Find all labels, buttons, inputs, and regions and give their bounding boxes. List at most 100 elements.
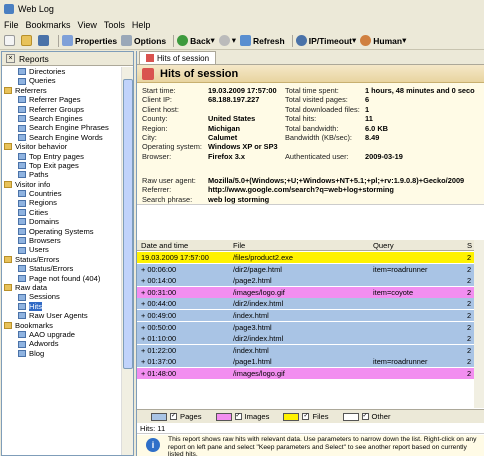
new-button[interactable] [4, 35, 17, 46]
legend-item[interactable]: ✓ Files [283, 412, 329, 421]
tree-item[interactable]: Browsers [2, 236, 122, 245]
tree-item[interactable]: Status/Errors [2, 264, 122, 273]
info-value: Mozilla/5.0+(Windows;+U;+Windows+NT+5.1;… [208, 176, 465, 185]
legend-checkbox[interactable]: ✓ [302, 413, 310, 420]
cell-status: 2 [467, 345, 472, 355]
legend-swatch [151, 412, 167, 421]
menu-tools[interactable]: Tools [104, 20, 125, 30]
legend-checkbox[interactable]: ✓ [234, 413, 242, 420]
legend-label: Files [312, 412, 329, 421]
info-label: Total downloaded files: [285, 104, 360, 114]
info-icon: i [146, 438, 160, 452]
tree-item[interactable]: Operating Systems [2, 227, 122, 236]
open-button[interactable] [21, 35, 34, 46]
tree-item[interactable]: Adwords [2, 339, 122, 348]
cell-date: + 01:48:00 [141, 369, 177, 378]
info-value: 2009-03-19 [365, 151, 403, 161]
properties-button[interactable]: Properties [62, 35, 117, 46]
tab-hits-of-session[interactable]: Hits of session [139, 51, 217, 64]
forward-button[interactable]: ▾ [218, 35, 236, 46]
table-row[interactable]: + 01:22:00/index.html 2 [137, 344, 475, 356]
tree-category[interactable]: Raw data [2, 283, 122, 292]
tree-item[interactable]: Search Engine Phrases [2, 123, 122, 132]
info-row: Search phrase: web log storming [142, 195, 269, 204]
tree-item-label: Referrers [15, 85, 47, 95]
tree-item[interactable]: Top Exit pages [2, 161, 122, 170]
scroll-thumb[interactable] [123, 79, 133, 369]
tree-category[interactable]: Visitor info [2, 180, 122, 189]
col-date[interactable]: Date and time [141, 241, 188, 250]
tree-item[interactable]: Users [2, 245, 122, 254]
tree-item[interactable]: Sessions [2, 292, 122, 301]
tree-category[interactable]: Status/Errors [2, 255, 122, 264]
tree-item[interactable]: AAO upgrade [2, 330, 122, 339]
tree-item[interactable]: Blog [2, 349, 122, 358]
tree-category[interactable]: Visitor behavior [2, 142, 122, 151]
tree-item[interactable]: Page not found (404) [2, 274, 122, 283]
col-status[interactable]: S [467, 241, 472, 250]
tree-item[interactable]: Domains [2, 217, 122, 226]
col-file[interactable]: File [233, 241, 245, 250]
info-row: Total time spent: 1 hours, 48 minutes and… [285, 86, 475, 95]
tree-item[interactable]: Referrer Groups [2, 105, 122, 114]
tree-item[interactable]: Search Engine Words [2, 133, 122, 142]
cell-status: 2 [467, 276, 472, 286]
menu-help[interactable]: Help [132, 20, 151, 30]
col-query[interactable]: Query [373, 241, 394, 250]
folder-icon [4, 180, 12, 188]
tree-item[interactable]: Referrer Pages [2, 95, 122, 104]
tree-category[interactable]: Bookmarks [2, 321, 122, 330]
legend-item[interactable]: ✓ Pages [151, 412, 202, 421]
tree-item[interactable]: Queries [2, 76, 122, 85]
table-row[interactable]: + 00:31:00/images/logo.gif item=coyote 2 [137, 286, 475, 298]
table-scrollbar[interactable] [474, 240, 484, 408]
menu-view[interactable]: View [78, 20, 97, 30]
tree-item[interactable]: Directories [2, 67, 122, 76]
tree-item-label: Paths [29, 170, 49, 180]
options-button[interactable]: Options [121, 35, 166, 46]
tree-item-label: Referrer Pages [29, 95, 81, 105]
legend-checkbox[interactable]: ✓ [170, 413, 177, 420]
back-button[interactable]: Back ▾ [177, 35, 215, 46]
tree-item[interactable]: Regions [2, 198, 122, 207]
tree-item[interactable]: Hits [2, 301, 122, 312]
menu-file[interactable]: File [4, 20, 19, 30]
close-icon[interactable]: × [6, 54, 15, 63]
info-row: Authenticated user: 2009-03-19 [285, 152, 403, 161]
tree-item[interactable]: Paths [2, 170, 122, 179]
table-row[interactable]: + 01:48:00/images/logo.gif 2 [137, 368, 475, 379]
tree-item-label: Visitor behavior [15, 142, 68, 152]
tree-category[interactable]: Referrers [2, 86, 122, 95]
legend-item[interactable]: ✓ Other [342, 412, 391, 421]
tree-scrollbar[interactable] [121, 67, 133, 455]
reports-panel: × Reports Directories Queries Referrers Ref… [1, 51, 134, 456]
table-row[interactable]: + 00:06:00/dir2/page.html item=roadrunner… [137, 263, 475, 275]
tree-item-label: Adwords [29, 339, 59, 349]
table-row[interactable]: + 00:49:00/index.html 2 [137, 310, 475, 321]
refresh-button[interactable]: Refresh [240, 35, 285, 46]
cell-date: + 00:06:00 [141, 264, 177, 274]
legend-item[interactable]: ✓ Images [215, 412, 269, 421]
human-button[interactable]: Human ▾ [360, 35, 406, 46]
table-row[interactable]: + 00:50:00/page3.html 2 [137, 321, 475, 333]
cell-status: 2 [467, 287, 472, 297]
table-row[interactable]: + 01:37:00/page1.html item=roadrunner 2 [137, 356, 475, 368]
reports-panel-header: × Reports [2, 52, 133, 66]
tree-item-label: Operating Systems [29, 226, 94, 236]
cell-query: item=roadrunner [373, 264, 428, 274]
table-row[interactable]: 19.03.2009 17:57:00/files/product2.exe 2 [137, 252, 475, 263]
tree-item[interactable]: Raw User Agents [2, 311, 122, 320]
tree-item[interactable]: Search Engines [2, 114, 122, 123]
table-row[interactable]: + 00:44:00/dir2/index.html 2 [137, 298, 475, 310]
legend-checkbox[interactable]: ✓ [361, 413, 369, 420]
tree-item[interactable]: Countries [2, 189, 122, 198]
table-row[interactable]: + 00:14:00/page2.html 2 [137, 275, 475, 287]
tree-item[interactable]: Top Entry pages [2, 152, 122, 161]
cell-query: item=roadrunner [373, 357, 428, 367]
save-button[interactable] [38, 35, 51, 46]
tree-item[interactable]: Cities [2, 208, 122, 217]
menu-bookmarks[interactable]: Bookmarks [26, 20, 71, 30]
ip-timeout-button[interactable]: IP/Timeout ▾ [295, 35, 356, 46]
info-label: Authenticated user: [285, 151, 349, 161]
table-row[interactable]: + 01:10:00/dir2/index.html 2 [137, 333, 475, 345]
